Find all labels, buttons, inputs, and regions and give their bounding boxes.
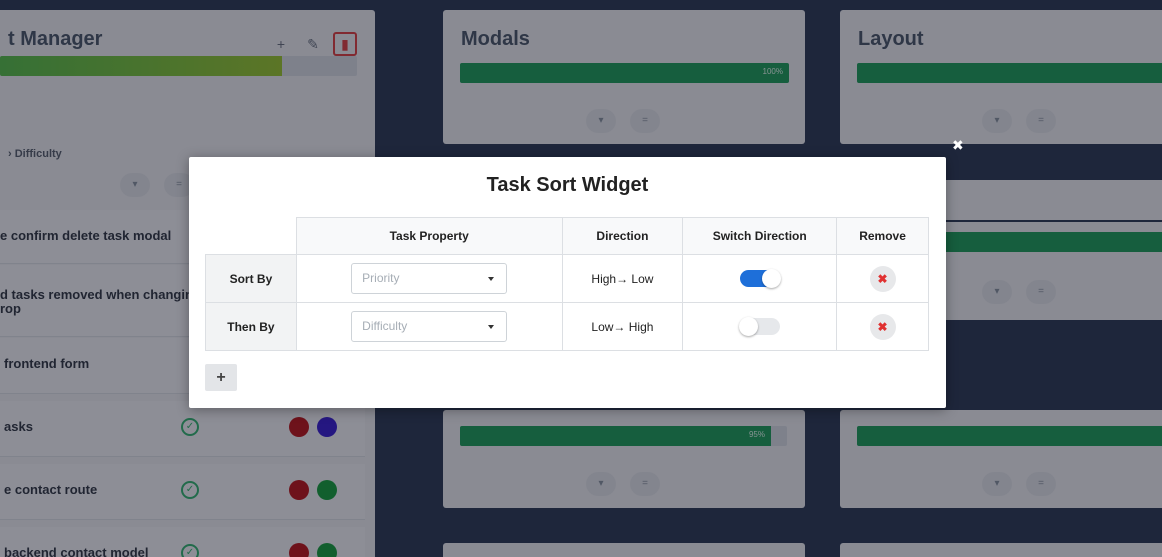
property-select[interactable]: Difficulty — [351, 311, 508, 342]
add-sort-button[interactable]: + — [205, 364, 237, 391]
switch-cell — [682, 302, 838, 351]
modal-title: Task Sort Widget — [486, 174, 649, 196]
switch-cell — [682, 254, 838, 303]
table-header-row: Task Property Direction Switch Direction… — [205, 217, 929, 255]
chevron-down-icon — [488, 325, 495, 329]
direction-cell: High→ Low — [561, 254, 684, 303]
toggle-knob — [738, 317, 758, 336]
plus-icon: + — [216, 369, 226, 386]
chevron-down-icon — [488, 277, 495, 281]
table-row: Sort By Priority High→ Low ✖ — [205, 254, 929, 303]
table-row: Then By Difficulty Low→ High ✖ — [205, 302, 929, 351]
select-placeholder: Priority — [362, 271, 400, 285]
task-sort-modal: Task Sort Widget Task Property Direction… — [189, 157, 946, 408]
header-blank-cell — [205, 217, 297, 255]
close-icon: ✖ — [877, 271, 888, 286]
close-icon: ✖ — [877, 319, 888, 334]
header-remove: Remove — [836, 217, 929, 255]
direction-text: High→ Low — [591, 271, 654, 286]
toggle-knob — [761, 269, 781, 288]
sort-table: Task Property Direction Switch Direction… — [205, 217, 929, 351]
header-direction: Direction — [561, 217, 684, 255]
remove-cell: ✖ — [836, 302, 929, 351]
switch-direction-toggle[interactable] — [738, 317, 780, 336]
remove-cell: ✖ — [836, 254, 929, 303]
header-task-property: Task Property — [295, 217, 563, 255]
row-label-then-by: Then By — [205, 302, 297, 351]
row-label-sort-by: Sort By — [205, 254, 297, 303]
mouse-cursor-icon: ✖ — [952, 137, 964, 153]
select-placeholder: Difficulty — [362, 319, 408, 333]
direction-cell: Low→ High — [561, 302, 684, 351]
property-select[interactable]: Priority — [351, 263, 508, 294]
remove-button[interactable]: ✖ — [869, 313, 896, 340]
direction-text: Low→ High — [591, 319, 654, 334]
property-cell: Difficulty — [295, 302, 563, 351]
header-switch-direction: Switch Direction — [682, 217, 838, 255]
switch-direction-toggle[interactable] — [739, 269, 781, 288]
property-cell: Priority — [295, 254, 563, 303]
remove-button[interactable]: ✖ — [869, 265, 896, 292]
